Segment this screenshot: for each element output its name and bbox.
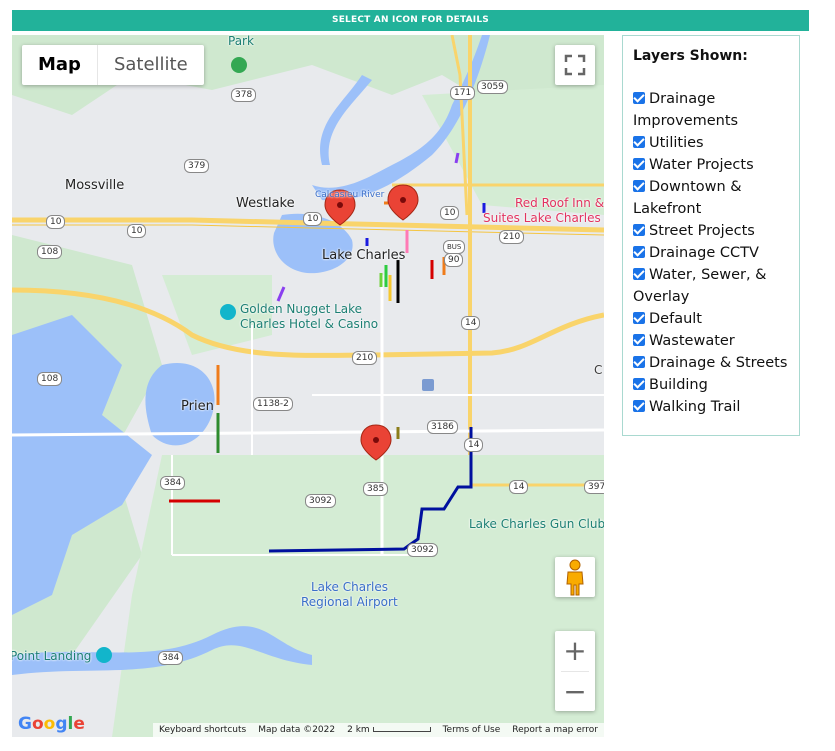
road-shield: 378 [231,88,257,102]
road-shield: 397 [584,480,604,494]
checkbox-icon[interactable] [633,334,645,346]
project-marker[interactable] [360,424,392,461]
layer-toggle[interactable]: Street Projects [633,220,799,242]
checkbox-icon[interactable] [633,312,645,324]
layers-legend: Layers Shown: Drainage Improvements Util… [622,35,800,436]
road-shield: 1138-2 [253,397,293,411]
layer-toggle[interactable]: Building [633,374,799,396]
layer-toggle[interactable]: Drainage & Streets [633,352,799,374]
zoom-in-button[interactable]: + [555,631,595,671]
gun-club-label: Lake Charles Gun Club [469,517,604,531]
road-shield: 10 [440,206,460,220]
road-shield: 10 [46,215,66,229]
checkbox-icon[interactable] [633,378,645,390]
road-shield: 108 [37,372,63,386]
terms-link[interactable]: Terms of Use [437,725,507,735]
map-data-credit[interactable]: Map data ©2022 [252,725,341,735]
marina-icon [96,647,112,663]
road-shield: 14 [461,316,481,330]
road-shield: 210 [499,230,525,244]
checkbox-icon[interactable] [633,180,645,192]
map-type-control: Map Satellite [22,45,204,85]
hotel-label-line2: Suites Lake Charles [483,211,601,225]
layer-toggle[interactable]: Drainage Improvements [633,88,799,132]
map-canvas[interactable]: Park Mossville Westlake Lake Charles Cal… [12,35,604,737]
road-shield: 3092 [305,494,336,508]
keyboard-shortcuts-link[interactable]: Keyboard shortcuts [153,725,252,735]
layer-toggle[interactable]: Default [633,308,799,330]
road-shield: 384 [158,651,184,665]
map-type-satellite-button[interactable]: Satellite [98,45,204,85]
road-shield: 3059 [477,80,508,94]
road-shield: 10 [303,212,323,226]
checkbox-icon[interactable] [633,224,645,236]
instruction-banner: SELECT AN ICON FOR DETAILS [12,10,809,31]
checkbox-icon[interactable] [633,246,645,258]
edge-label: C [594,363,603,377]
legend-title: Layers Shown: [633,48,748,64]
checkbox-icon[interactable] [633,268,645,280]
checkbox-icon[interactable] [633,356,645,368]
street-view-pegman[interactable] [555,557,595,597]
checkbox-icon[interactable] [633,92,645,104]
point-landing-label: Point Landing [12,649,92,663]
checkbox-icon[interactable] [633,158,645,170]
airport-label-line2: Regional Airport [301,595,398,609]
checkbox-icon[interactable] [633,136,645,148]
zoom-out-button[interactable]: − [555,672,595,712]
road-shield: 10 [127,224,147,238]
airport-label-line1: Lake Charles [311,580,388,594]
scale-bar: 2 km [341,725,436,735]
map-footer: Keyboard shortcuts Map data ©2022 2 km T… [153,723,604,737]
westlake-label: Westlake [236,196,295,211]
fullscreen-icon [564,54,586,76]
project-marker[interactable] [387,184,419,221]
road-shield: 3186 [427,420,458,434]
hotel-label-line1: Red Roof Inn & [515,196,604,210]
casino-label-line1: Golden Nugget Lake [240,302,363,316]
checkbox-icon[interactable] [633,400,645,412]
map-type-map-button[interactable]: Map [22,45,97,85]
casino-icon [220,304,236,320]
road-shield: 385 [363,482,389,496]
road-shield: 108 [37,245,63,259]
river-label: Calcasieu River [315,190,385,200]
mossville-label: Mossville [65,178,125,193]
casino-label-line2: Charles Hotel & Casino [240,317,379,331]
google-logo[interactable]: Google [18,714,85,734]
road-shield: 90 [444,253,464,267]
road-shield: 14 [509,480,529,494]
fullscreen-button[interactable] [555,45,595,85]
pegman-icon [566,559,584,596]
road-shield: 3092 [407,543,438,557]
layer-toggle[interactable]: Drainage CCTV [633,242,799,264]
layer-toggle[interactable]: Utilities [633,132,799,154]
layer-toggle[interactable]: Water Projects [633,154,799,176]
layer-toggle[interactable]: Wastewater [633,330,799,352]
report-error-link[interactable]: Report a map error [506,725,604,735]
layer-toggle[interactable]: Water, Sewer, & Overlay [633,264,799,308]
prien-label: Prien [181,399,214,414]
road-shield: 210 [352,351,378,365]
park-label: Park [228,35,254,48]
road-shield: 171 [450,86,476,100]
map-base [12,35,604,737]
road-shield: 14 [464,438,484,452]
zoom-control: + − [555,631,595,711]
hospital-icon [422,379,434,391]
park-icon [231,57,247,73]
road-shield: BUS [443,240,466,254]
road-shield: 384 [160,476,186,490]
layer-toggle[interactable]: Downtown & Lakefront [633,176,799,220]
layer-toggle[interactable]: Walking Trail [633,396,799,418]
road-shield: 379 [184,159,210,173]
lake-charles-label: Lake Charles [322,248,406,263]
